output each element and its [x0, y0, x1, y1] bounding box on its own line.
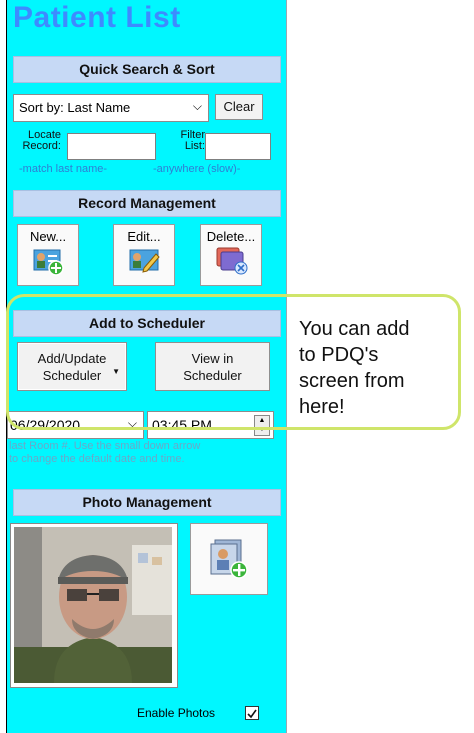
- new-record-button[interactable]: New...: [17, 224, 79, 286]
- patient-photo-image: [14, 527, 172, 683]
- locate-hint: -match last name-: [19, 163, 108, 175]
- section-header-quick-search: Quick Search & Sort: [13, 56, 281, 83]
- filter-hint: -anywhere (slow)-: [153, 163, 241, 175]
- add-photo-icon: [210, 539, 248, 579]
- locate-record-label: Locate Record:: [22, 129, 61, 152]
- add-user-icon: [33, 249, 64, 276]
- delete-folder-icon: [216, 247, 248, 275]
- delete-record-button[interactable]: Delete...: [200, 224, 262, 286]
- new-record-label: New...: [29, 229, 67, 244]
- filter-list-label: Filter List:: [180, 129, 205, 152]
- locate-record-input[interactable]: [67, 133, 156, 160]
- edit-user-icon: [129, 249, 160, 273]
- filter-list-input[interactable]: [205, 133, 271, 160]
- section-header-photo-management: Photo Management: [13, 489, 281, 516]
- delete-record-label: Delete...: [206, 229, 256, 244]
- add-photo-button[interactable]: [190, 523, 268, 595]
- enable-photos-checkbox[interactable]: [245, 706, 259, 720]
- page-title: Patient List: [13, 1, 181, 34]
- sort-select-value: Sort by: Last Name: [19, 100, 131, 115]
- sort-select[interactable]: Sort by: Last Name ⌵: [13, 94, 209, 122]
- edit-record-button[interactable]: Edit...: [113, 224, 175, 286]
- clear-button[interactable]: Clear: [215, 94, 263, 120]
- checkmark-icon: [247, 709, 257, 719]
- scheduler-hint: last Room #. Use the small down arrow to…: [9, 440, 201, 465]
- enable-photos-label: Enable Photos: [137, 706, 216, 720]
- callout-text: You can add to PDQ's screen from here!: [299, 318, 410, 418]
- patient-photo: [14, 527, 172, 683]
- section-header-record-management: Record Management: [13, 190, 281, 217]
- chevron-down-icon: ⌵: [192, 99, 202, 113]
- edit-record-label: Edit...: [127, 229, 161, 244]
